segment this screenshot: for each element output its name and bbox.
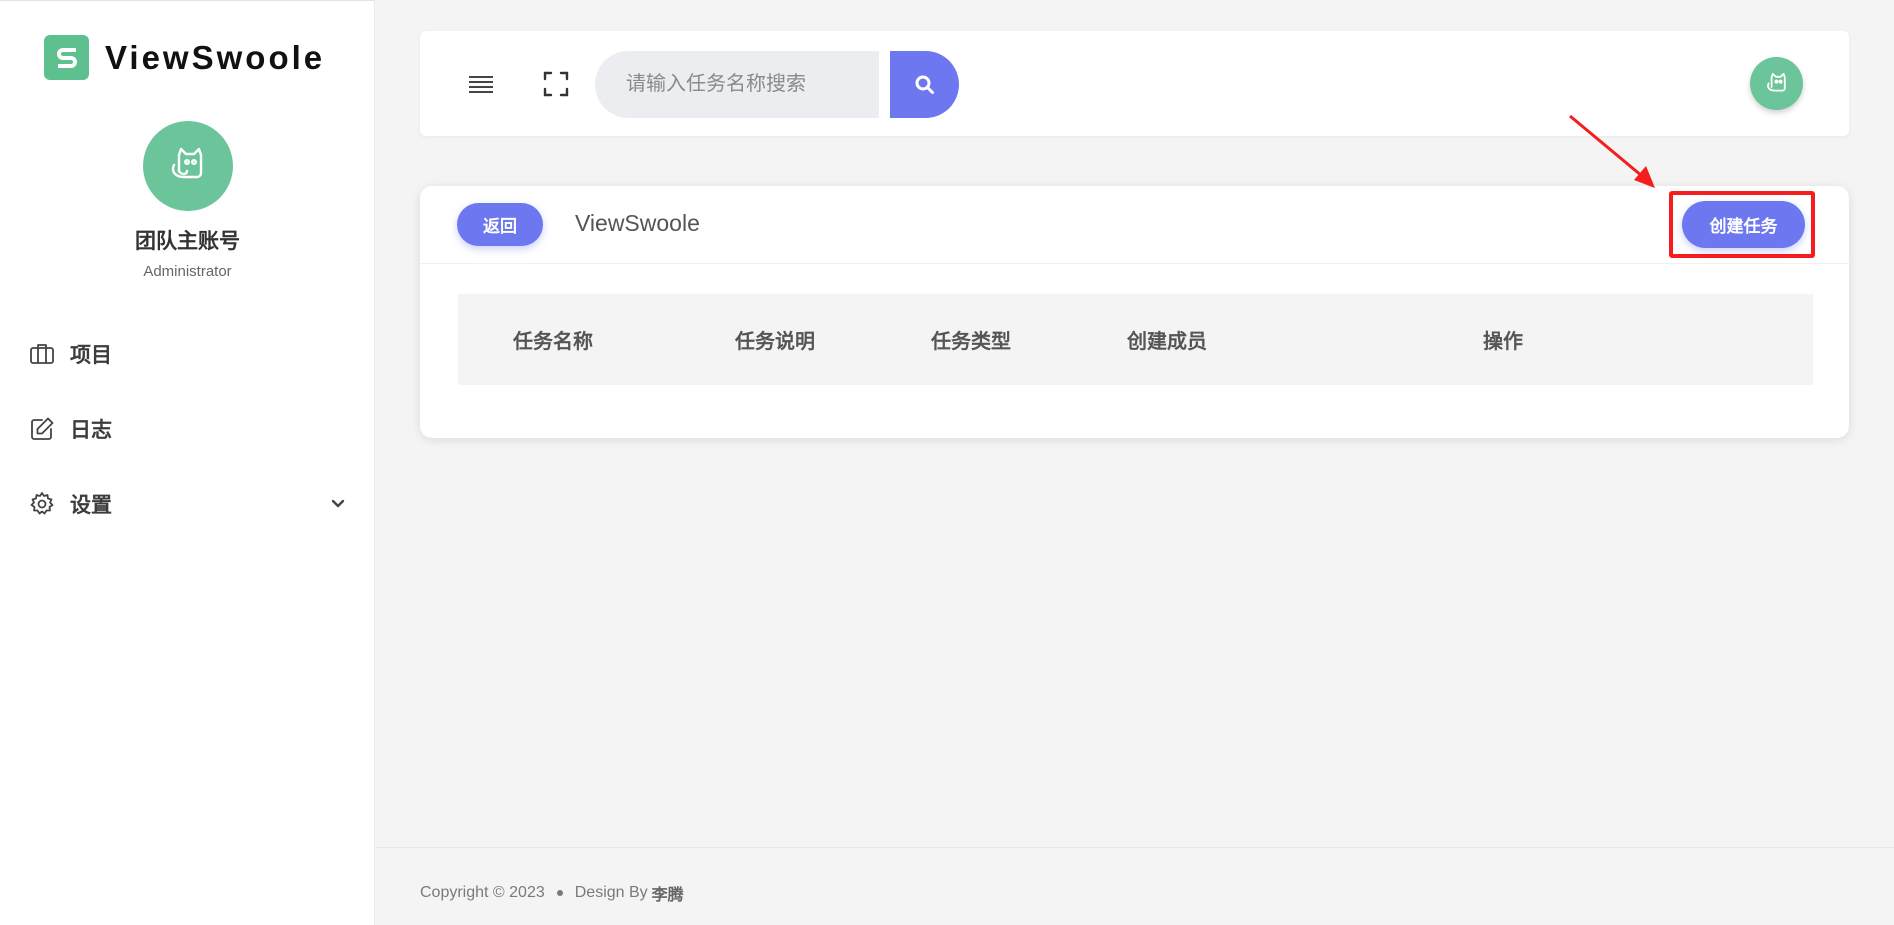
card-header: 返回 ViewSwoole 创建任务 — [420, 186, 1849, 264]
sidebar: ViewSwoole 团队主账号 Administrator 项目 日志 设置 — [0, 0, 375, 925]
user-avatar[interactable] — [1750, 57, 1803, 110]
column-header-actions: 操作 — [1483, 331, 1523, 353]
cat-icon — [171, 147, 202, 179]
brand-logo-icon — [44, 35, 89, 80]
sidebar-item-label: 设置 — [70, 493, 112, 517]
footer: Copyright © 2023 Design By 李腾 — [376, 847, 1894, 925]
column-header-task-type: 任务类型 — [931, 331, 1011, 353]
profile-role: Administrator — [143, 263, 232, 280]
top-header — [420, 31, 1849, 136]
footer-text: Copyright © 2023 Design By 李腾 — [420, 881, 684, 905]
search-button[interactable] — [890, 51, 959, 118]
sidebar-item-logs[interactable]: 日志 — [28, 391, 348, 466]
create-task-button[interactable]: 创建任务 — [1682, 201, 1805, 248]
task-card: 返回 ViewSwoole 创建任务 任务名称 任务说明 任务类型 创建成员 操… — [420, 186, 1849, 438]
separator-dot — [556, 890, 563, 896]
search-input[interactable] — [595, 51, 879, 118]
back-button[interactable]: 返回 — [457, 203, 543, 246]
copyright-text: Copyright © 2023 — [420, 884, 545, 901]
page-title: ViewSwoole — [575, 210, 700, 236]
sidebar-item-settings[interactable]: 设置 — [28, 466, 348, 541]
cat-icon — [1766, 72, 1786, 91]
table-header: 任务名称 任务说明 任务类型 创建成员 操作 — [458, 294, 1813, 385]
profile-name: 团队主账号 — [135, 230, 240, 253]
sidebar-item-projects[interactable]: 项目 — [28, 316, 348, 391]
avatar[interactable] — [142, 121, 233, 211]
sidebar-item-label: 日志 — [70, 418, 112, 442]
briefcase-icon — [28, 340, 56, 368]
sidebar-nav: 项目 日志 设置 — [28, 316, 348, 541]
author-name[interactable]: 李腾 — [652, 881, 684, 905]
design-by-text: Design By — [574, 884, 648, 901]
brand[interactable]: ViewSwoole — [44, 35, 325, 80]
sidebar-item-label: 项目 — [70, 343, 112, 367]
gear-icon — [28, 490, 56, 518]
chevron-down-icon[interactable] — [328, 494, 348, 514]
column-header-task-desc: 任务说明 — [735, 331, 815, 353]
menu-toggle-icon[interactable] — [466, 69, 496, 99]
profile: 团队主账号 Administrator — [0, 121, 375, 280]
column-header-creator: 创建成员 — [1127, 331, 1207, 353]
search-icon — [915, 75, 934, 94]
edit-icon — [28, 415, 56, 443]
column-header-task-name: 任务名称 — [513, 331, 593, 353]
brand-name: ViewSwoole — [105, 38, 326, 76]
fullscreen-icon[interactable] — [541, 69, 571, 99]
